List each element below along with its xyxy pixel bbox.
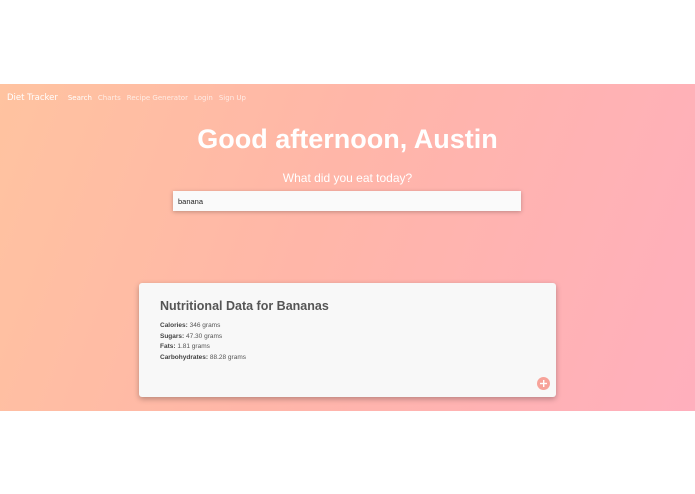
nav-link-search[interactable]: Search xyxy=(68,94,92,102)
nav-link-login[interactable]: Login xyxy=(194,94,213,102)
nav-link-charts[interactable]: Charts xyxy=(98,94,121,102)
app-background: Diet Tracker Search Charts Recipe Genera… xyxy=(0,84,695,411)
nutrient-row-calories: Calories: 346 grams xyxy=(160,321,246,332)
nutrition-card-title: Nutritional Data for Bananas xyxy=(160,299,329,313)
nutrient-label: Fats: xyxy=(160,343,176,350)
food-search-input[interactable] xyxy=(173,191,521,211)
nav-link-recipe-generator[interactable]: Recipe Generator xyxy=(127,94,188,102)
nutrient-label: Sugars: xyxy=(160,332,185,340)
nutrient-row-fats: Fats: 1.81 grams xyxy=(160,342,246,353)
greeting-heading: Good afternoon, Austin xyxy=(197,124,498,154)
nutrient-value: 346 grams xyxy=(189,322,221,329)
nutrient-value: 88.28 grams xyxy=(209,353,246,361)
food-prompt: What did you eat today? xyxy=(282,171,413,185)
nutrient-row-sugars: Sugars: 47.30 grams xyxy=(160,332,246,343)
navbar: Diet Tracker Search Charts Recipe Genera… xyxy=(0,84,695,112)
nutrient-row-carbohydrates: Carbohydrates: 88.28 grams xyxy=(160,353,246,364)
nav-link-sign-up[interactable]: Sign Up xyxy=(219,94,246,102)
nutrient-label: Carbohydrates: xyxy=(160,353,209,361)
add-food-button[interactable] xyxy=(537,377,550,390)
plus-circle-icon xyxy=(540,380,547,387)
nutrient-list: Calories: 346 grams Sugars: 47.30 grams … xyxy=(160,321,246,363)
nutrient-value: 47.30 grams xyxy=(186,332,223,340)
brand-logo[interactable]: Diet Tracker xyxy=(7,93,58,103)
nutrient-value: 1.81 grams xyxy=(177,343,210,350)
nutrient-label: Calories: xyxy=(160,322,188,329)
nutrition-card: Nutritional Data for Bananas Calories: 3… xyxy=(139,283,556,397)
